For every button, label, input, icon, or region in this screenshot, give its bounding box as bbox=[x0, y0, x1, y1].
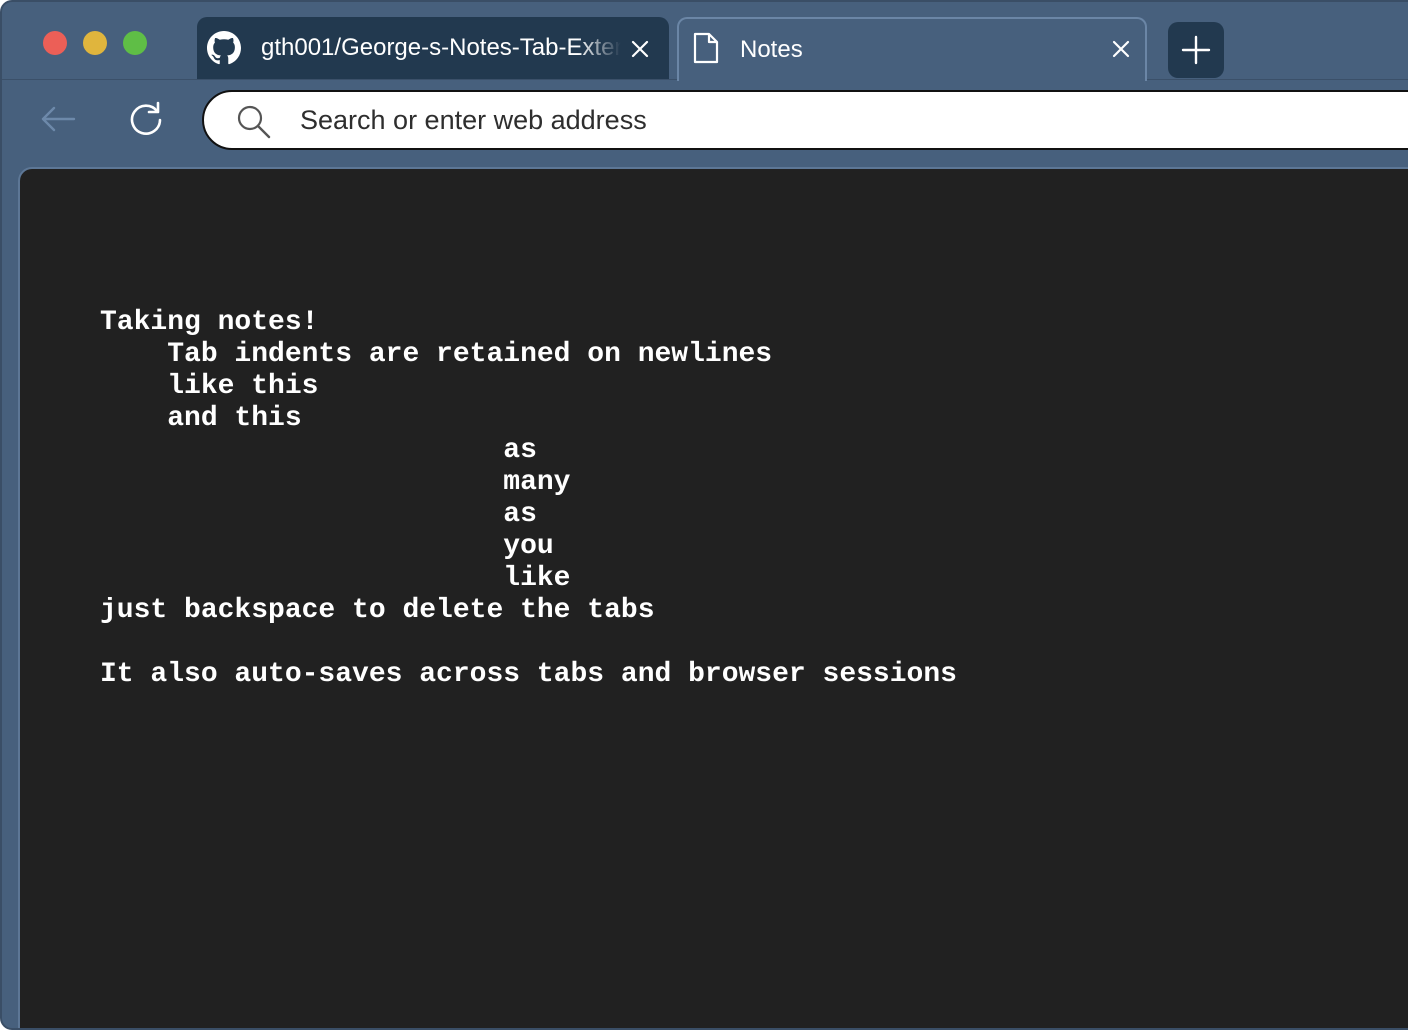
tab-github-repo[interactable]: gth001/George-s-Notes-Tab-Extension bbox=[197, 17, 669, 79]
tab-notes[interactable]: Notes bbox=[677, 17, 1147, 81]
plus-icon bbox=[1181, 35, 1211, 65]
url-input[interactable] bbox=[300, 102, 1300, 138]
close-tab-icon[interactable] bbox=[1106, 34, 1136, 64]
reload-button[interactable] bbox=[124, 97, 168, 141]
browser-window: gth001/George-s-Notes-Tab-Extension Note… bbox=[0, 0, 1408, 1030]
github-icon bbox=[207, 31, 241, 65]
close-window-button[interactable] bbox=[43, 31, 67, 55]
tab-title: gth001/George-s-Notes-Tab-Extension bbox=[261, 34, 621, 61]
notes-editor[interactable]: Taking notes! Tab indents are retained o… bbox=[100, 307, 957, 691]
close-tab-icon[interactable] bbox=[625, 34, 655, 64]
document-icon bbox=[689, 31, 723, 65]
back-button[interactable] bbox=[36, 97, 80, 141]
reload-icon bbox=[130, 101, 162, 135]
new-tab-button[interactable] bbox=[1168, 22, 1224, 78]
zoom-window-button[interactable] bbox=[123, 31, 147, 55]
minimize-window-button[interactable] bbox=[83, 31, 107, 55]
arrow-left-icon bbox=[41, 106, 76, 132]
search-icon bbox=[237, 105, 271, 139]
page-content: Taking notes! Tab indents are retained o… bbox=[18, 167, 1408, 1028]
tab-title: Notes bbox=[740, 36, 803, 63]
address-bar[interactable] bbox=[202, 90, 1408, 150]
